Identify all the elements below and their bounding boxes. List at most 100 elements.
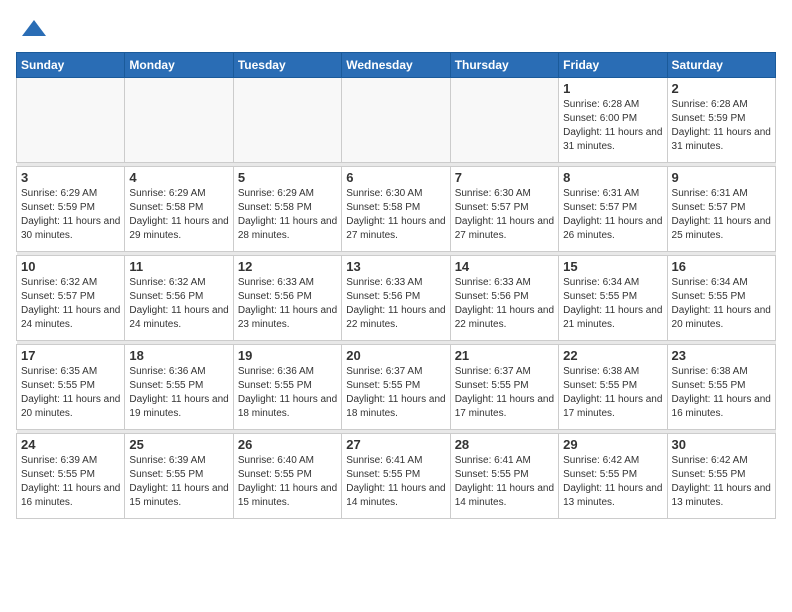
calendar-header-row: SundayMondayTuesdayWednesdayThursdayFrid… <box>17 53 776 78</box>
day-number: 5 <box>238 170 337 185</box>
calendar-header-cell: Tuesday <box>233 53 341 78</box>
day-number: 3 <box>21 170 120 185</box>
logo <box>16 16 48 44</box>
calendar-day-cell: 1 Sunrise: 6:28 AMSunset: 6:00 PMDaylight… <box>559 78 667 163</box>
day-number: 4 <box>129 170 228 185</box>
day-info: Sunrise: 6:32 AMSunset: 5:57 PMDaylight:… <box>21 276 120 332</box>
calendar-day-cell: 3 Sunrise: 6:29 AMSunset: 5:59 PMDaylight… <box>17 167 125 252</box>
day-number: 2 <box>672 81 771 96</box>
calendar-day-cell: 6 Sunrise: 6:30 AMSunset: 5:58 PMDaylight… <box>342 167 450 252</box>
day-info: Sunrise: 6:28 AMSunset: 6:00 PMDaylight:… <box>563 98 662 154</box>
calendar-day-cell: 16 Sunrise: 6:34 AMSunset: 5:55 PMDayligh… <box>667 256 775 341</box>
calendar-day-cell: 18 Sunrise: 6:36 AMSunset: 5:55 PMDayligh… <box>125 345 233 430</box>
day-info: Sunrise: 6:39 AMSunset: 5:55 PMDaylight:… <box>129 454 228 510</box>
calendar-header-cell: Monday <box>125 53 233 78</box>
day-info: Sunrise: 6:35 AMSunset: 5:55 PMDaylight:… <box>21 365 120 421</box>
day-number: 21 <box>455 348 554 363</box>
calendar-day-cell <box>450 78 558 163</box>
day-info: Sunrise: 6:31 AMSunset: 5:57 PMDaylight:… <box>563 187 662 243</box>
day-number: 1 <box>563 81 662 96</box>
day-info: Sunrise: 6:41 AMSunset: 5:55 PMDaylight:… <box>346 454 445 510</box>
day-number: 29 <box>563 437 662 452</box>
day-info: Sunrise: 6:42 AMSunset: 5:55 PMDaylight:… <box>672 454 771 510</box>
calendar-day-cell: 24Sunrise: 6:39 AMSunset: 5:55 PMDayligh… <box>17 434 125 519</box>
calendar-day-cell: 10 Sunrise: 6:32 AMSunset: 5:57 PMDayligh… <box>17 256 125 341</box>
calendar-header-cell: Sunday <box>17 53 125 78</box>
day-info: Sunrise: 6:34 AMSunset: 5:55 PMDaylight:… <box>563 276 662 332</box>
calendar-day-cell <box>233 78 341 163</box>
day-info: Sunrise: 6:30 AMSunset: 5:57 PMDaylight:… <box>455 187 554 243</box>
day-number: 27 <box>346 437 445 452</box>
calendar-day-cell: 19 Sunrise: 6:36 AMSunset: 5:55 PMDayligh… <box>233 345 341 430</box>
calendar-day-cell: 22 Sunrise: 6:38 AMSunset: 5:55 PMDayligh… <box>559 345 667 430</box>
calendar-day-cell: 30 Sunrise: 6:42 AMSunset: 5:55 PMDayligh… <box>667 434 775 519</box>
calendar-day-cell: 17 Sunrise: 6:35 AMSunset: 5:55 PMDayligh… <box>17 345 125 430</box>
day-info: Sunrise: 6:36 AMSunset: 5:55 PMDaylight:… <box>238 365 337 421</box>
calendar-week-row: 17 Sunrise: 6:35 AMSunset: 5:55 PMDayligh… <box>17 345 776 430</box>
day-number: 25 <box>129 437 228 452</box>
calendar-body: 1 Sunrise: 6:28 AMSunset: 6:00 PMDaylight… <box>17 78 776 519</box>
day-info: Sunrise: 6:28 AMSunset: 5:59 PMDaylight:… <box>672 98 771 154</box>
calendar-day-cell: 15 Sunrise: 6:34 AMSunset: 5:55 PMDayligh… <box>559 256 667 341</box>
day-number: 23 <box>672 348 771 363</box>
day-number: 9 <box>672 170 771 185</box>
day-info: Sunrise: 6:37 AMSunset: 5:55 PMDaylight:… <box>455 365 554 421</box>
day-number: 15 <box>563 259 662 274</box>
day-info: Sunrise: 6:29 AMSunset: 5:58 PMDaylight:… <box>129 187 228 243</box>
calendar-day-cell: 27 Sunrise: 6:41 AMSunset: 5:55 PMDayligh… <box>342 434 450 519</box>
calendar-day-cell: 28Sunrise: 6:41 AMSunset: 5:55 PMDayligh… <box>450 434 558 519</box>
day-info: Sunrise: 6:36 AMSunset: 5:55 PMDaylight:… <box>129 365 228 421</box>
calendar-day-cell: 21 Sunrise: 6:37 AMSunset: 5:55 PMDayligh… <box>450 345 558 430</box>
day-number: 18 <box>129 348 228 363</box>
day-number: 16 <box>672 259 771 274</box>
day-number: 22 <box>563 348 662 363</box>
calendar-day-cell: 8 Sunrise: 6:31 AMSunset: 5:57 PMDaylight… <box>559 167 667 252</box>
calendar-day-cell: 25 Sunrise: 6:39 AMSunset: 5:55 PMDayligh… <box>125 434 233 519</box>
calendar-day-cell: 5 Sunrise: 6:29 AMSunset: 5:58 PMDaylight… <box>233 167 341 252</box>
calendar-day-cell: 26 Sunrise: 6:40 AMSunset: 5:55 PMDayligh… <box>233 434 341 519</box>
day-number: 10 <box>21 259 120 274</box>
day-number: 13 <box>346 259 445 274</box>
day-info: Sunrise: 6:29 AMSunset: 5:59 PMDaylight:… <box>21 187 120 243</box>
day-info: Sunrise: 6:41 AMSunset: 5:55 PMDaylight:… <box>455 454 554 510</box>
day-info: Sunrise: 6:29 AMSunset: 5:58 PMDaylight:… <box>238 187 337 243</box>
calendar-day-cell: 20Sunrise: 6:37 AMSunset: 5:55 PMDayligh… <box>342 345 450 430</box>
calendar-day-cell: 7 Sunrise: 6:30 AMSunset: 5:57 PMDaylight… <box>450 167 558 252</box>
day-number: 14 <box>455 259 554 274</box>
day-number: 19 <box>238 348 337 363</box>
day-number: 11 <box>129 259 228 274</box>
calendar-day-cell <box>342 78 450 163</box>
day-info: Sunrise: 6:38 AMSunset: 5:55 PMDaylight:… <box>672 365 771 421</box>
day-number: 8 <box>563 170 662 185</box>
day-info: Sunrise: 6:40 AMSunset: 5:55 PMDaylight:… <box>238 454 337 510</box>
day-number: 20 <box>346 348 445 363</box>
day-info: Sunrise: 6:30 AMSunset: 5:58 PMDaylight:… <box>346 187 445 243</box>
calendar-header-cell: Friday <box>559 53 667 78</box>
day-number: 12 <box>238 259 337 274</box>
day-number: 7 <box>455 170 554 185</box>
calendar-day-cell: 14Sunrise: 6:33 AMSunset: 5:56 PMDayligh… <box>450 256 558 341</box>
logo-icon <box>20 16 48 44</box>
calendar-week-row: 10 Sunrise: 6:32 AMSunset: 5:57 PMDayligh… <box>17 256 776 341</box>
calendar-header-cell: Wednesday <box>342 53 450 78</box>
calendar-day-cell <box>125 78 233 163</box>
day-info: Sunrise: 6:32 AMSunset: 5:56 PMDaylight:… <box>129 276 228 332</box>
calendar-day-cell: 13 Sunrise: 6:33 AMSunset: 5:56 PMDayligh… <box>342 256 450 341</box>
calendar-day-cell: 2 Sunrise: 6:28 AMSunset: 5:59 PMDaylight… <box>667 78 775 163</box>
calendar-table: SundayMondayTuesdayWednesdayThursdayFrid… <box>16 52 776 519</box>
day-info: Sunrise: 6:38 AMSunset: 5:55 PMDaylight:… <box>563 365 662 421</box>
page-header <box>16 16 776 44</box>
day-info: Sunrise: 6:42 AMSunset: 5:55 PMDaylight:… <box>563 454 662 510</box>
calendar-week-row: 1 Sunrise: 6:28 AMSunset: 6:00 PMDaylight… <box>17 78 776 163</box>
day-number: 17 <box>21 348 120 363</box>
day-number: 24 <box>21 437 120 452</box>
day-number: 6 <box>346 170 445 185</box>
calendar-day-cell: 29 Sunrise: 6:42 AMSunset: 5:55 PMDayligh… <box>559 434 667 519</box>
calendar-day-cell: 4 Sunrise: 6:29 AMSunset: 5:58 PMDaylight… <box>125 167 233 252</box>
calendar-header-cell: Saturday <box>667 53 775 78</box>
day-info: Sunrise: 6:34 AMSunset: 5:55 PMDaylight:… <box>672 276 771 332</box>
day-number: 30 <box>672 437 771 452</box>
day-info: Sunrise: 6:33 AMSunset: 5:56 PMDaylight:… <box>346 276 445 332</box>
calendar-day-cell: 9Sunrise: 6:31 AMSunset: 5:57 PMDaylight… <box>667 167 775 252</box>
day-number: 26 <box>238 437 337 452</box>
